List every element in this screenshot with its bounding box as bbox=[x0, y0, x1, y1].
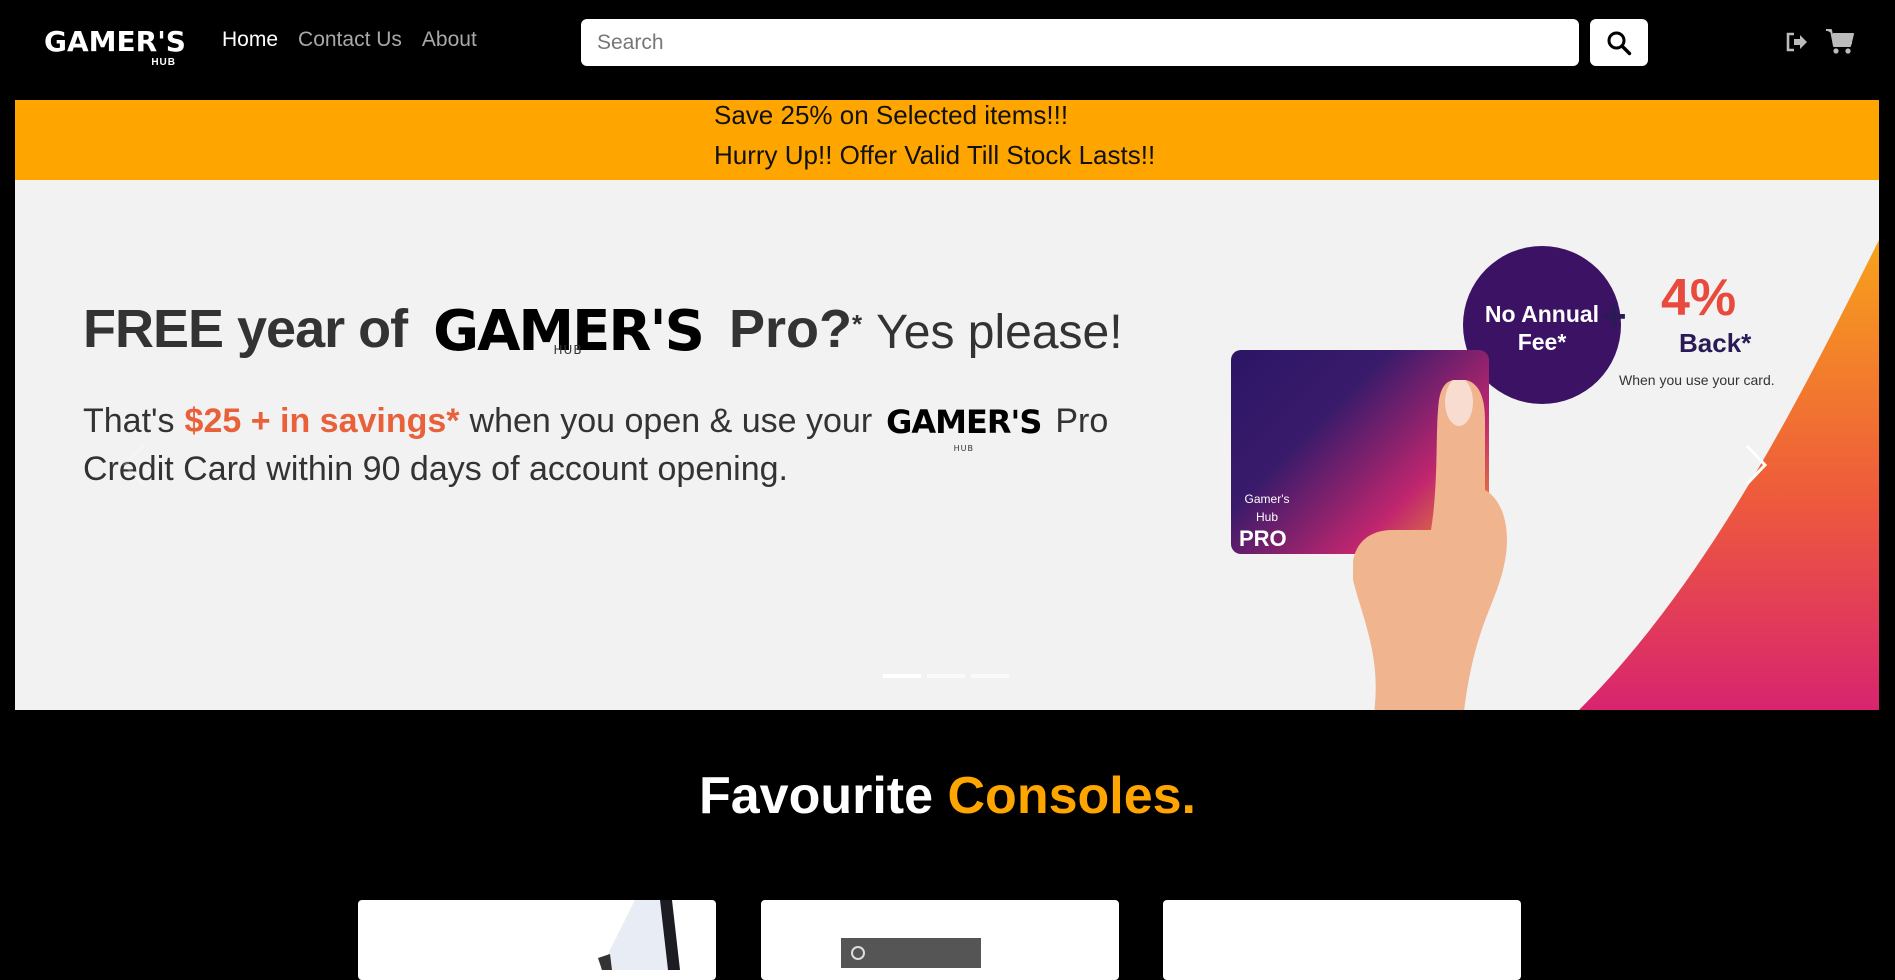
nav-links: Home Contact Us About bbox=[222, 28, 477, 52]
hero-brand-small-sub: HUB bbox=[953, 444, 974, 453]
promo-line-2: Hurry Up!! Offer Valid Till Stock Lasts!… bbox=[714, 140, 1156, 170]
hero-brand-logo: GAMER'S HUB bbox=[433, 304, 705, 360]
carousel-indicators bbox=[883, 674, 1009, 678]
search-input[interactable] bbox=[581, 19, 1579, 66]
nav-contact-us[interactable]: Contact Us bbox=[298, 28, 402, 52]
hero-brand-logo-small: GAMER'S HUB bbox=[886, 403, 1042, 453]
section-title-orange: Consoles. bbox=[947, 767, 1197, 825]
product-card[interactable] bbox=[761, 900, 1119, 980]
cashback-percent: 4% bbox=[1661, 269, 1737, 327]
hero-subline-mid: when you open & use your bbox=[469, 402, 873, 440]
section-title: Favourite Consoles. bbox=[0, 766, 1895, 826]
carousel-indicator-1[interactable] bbox=[883, 674, 921, 678]
carousel-prev-icon[interactable] bbox=[115, 440, 155, 490]
nav-about[interactable]: About bbox=[422, 28, 477, 52]
hero-pro: Pro? bbox=[729, 299, 853, 359]
logo-text: GAMER'S bbox=[44, 25, 186, 58]
product-card[interactable] bbox=[358, 900, 716, 980]
card-label-line-1: Gamer's bbox=[1244, 492, 1290, 506]
section-title-white: Favourite bbox=[698, 767, 934, 825]
promo-line-1: Save 25% on Selected items!!! bbox=[714, 100, 1069, 130]
hero-headline: FREE year of GAMER'S HUB Pro? * Yes plea… bbox=[83, 298, 1123, 360]
navbar: GAMER'S HUB Home Contact Us About bbox=[0, 0, 1895, 100]
carousel-next-icon[interactable] bbox=[1735, 440, 1775, 490]
hero-brand-small-text: GAMER'S bbox=[886, 403, 1042, 441]
card-label: Gamer's Hub bbox=[1239, 490, 1295, 526]
hero-subline-pro: Pro bbox=[1055, 402, 1109, 440]
hero-headline-prefix: FREE year of bbox=[83, 299, 408, 359]
plus-sign: + bbox=[1601, 292, 1627, 341]
cart-icon[interactable] bbox=[1825, 27, 1855, 55]
badge-text-line-2: Fee* bbox=[1517, 329, 1567, 355]
logout-icon[interactable] bbox=[1785, 31, 1809, 53]
badge-text-line-1: No Annual bbox=[1484, 301, 1600, 327]
card-pro: PRO bbox=[1239, 526, 1287, 551]
promo-banner: Save 25% on Selected items!!! Hurry Up!!… bbox=[15, 100, 1879, 180]
hero-star: * bbox=[852, 309, 863, 339]
badge-text: No Annual Fee* bbox=[1463, 300, 1621, 356]
hero-brand-sub: HUB bbox=[553, 343, 583, 357]
card-label-line-2: Hub bbox=[1255, 510, 1278, 524]
hero-subline: That's $25 + in savings* when you open &… bbox=[83, 402, 1109, 453]
hero-yes-please: Yes please! bbox=[876, 306, 1123, 359]
nav-home[interactable]: Home bbox=[222, 28, 278, 52]
product-card[interactable] bbox=[1163, 900, 1521, 980]
cashback-note: When you use your card. bbox=[1619, 372, 1775, 388]
hero-carousel[interactable]: FREE year of GAMER'S HUB Pro? * Yes plea… bbox=[15, 180, 1879, 710]
brand-logo[interactable]: GAMER'S HUB bbox=[44, 25, 186, 72]
hero-subline-2: Credit Card within 90 days of account op… bbox=[83, 450, 788, 488]
hero-savings: $25 + in savings* bbox=[184, 402, 460, 440]
hero-subline-prefix: That's bbox=[83, 402, 175, 440]
console-image bbox=[598, 900, 680, 970]
carousel-indicator-3[interactable] bbox=[971, 674, 1009, 678]
cashback-label: Back* bbox=[1679, 328, 1752, 358]
search-button[interactable] bbox=[1590, 19, 1648, 66]
logo-subtext: HUB bbox=[151, 57, 176, 68]
xbox-logo-icon bbox=[851, 946, 865, 960]
hand-image bbox=[1353, 380, 1507, 710]
search-icon bbox=[1607, 31, 1632, 55]
carousel-indicator-2[interactable] bbox=[927, 674, 965, 678]
